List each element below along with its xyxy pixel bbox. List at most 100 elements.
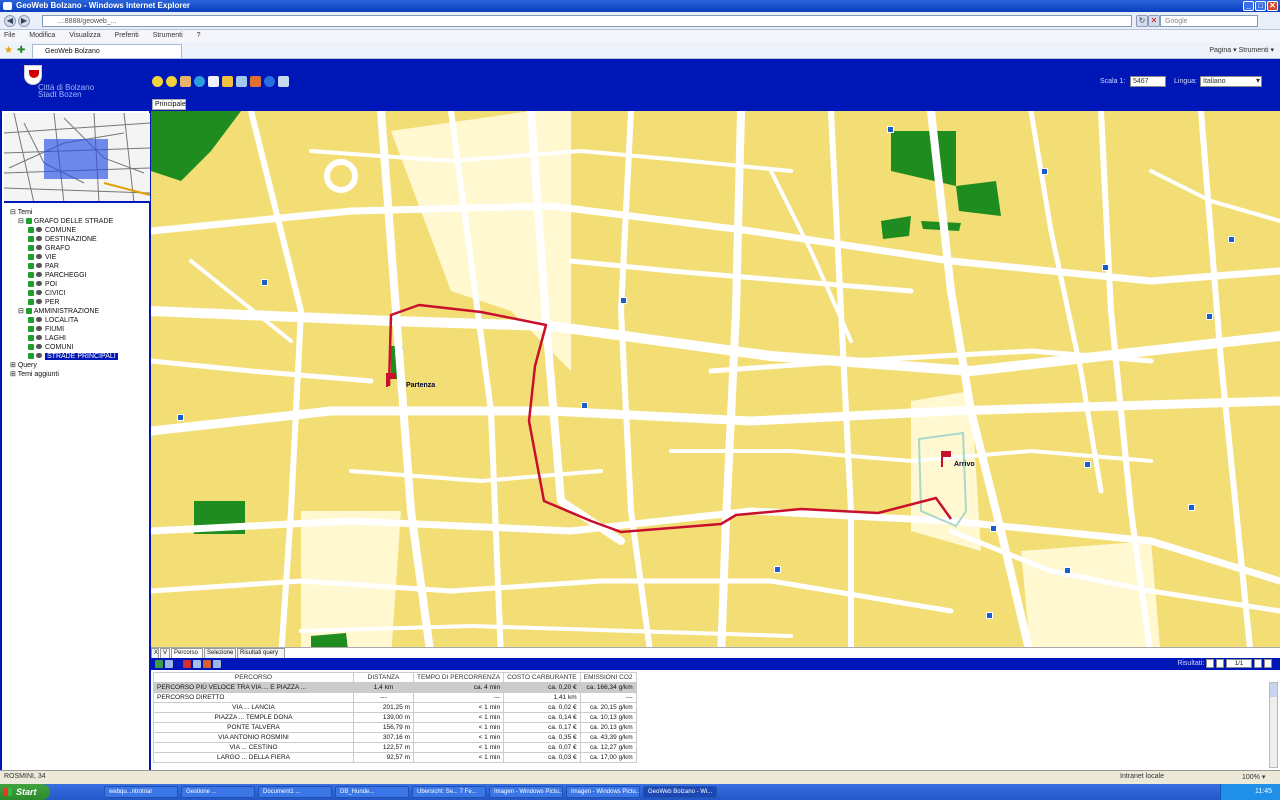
poi-icon[interactable] bbox=[1064, 567, 1071, 574]
poi-icon[interactable] bbox=[1206, 313, 1213, 320]
poi-icon[interactable] bbox=[1084, 461, 1091, 468]
poi-icon[interactable] bbox=[261, 279, 268, 286]
poi-icon[interactable] bbox=[1228, 236, 1235, 243]
overview-extent-box[interactable] bbox=[44, 139, 108, 179]
full-extent-globe-icon[interactable] bbox=[194, 76, 205, 87]
poi-icon[interactable] bbox=[986, 612, 993, 619]
forward-icon[interactable]: ▶ bbox=[18, 15, 30, 27]
zoom-level[interactable]: 100% ▾ bbox=[1242, 773, 1265, 781]
language-select[interactable]: Italiano bbox=[1200, 76, 1262, 87]
poi-icon[interactable] bbox=[620, 297, 627, 304]
layer-grafo[interactable]: GRAFO bbox=[28, 244, 70, 253]
table-row[interactable]: PERCORSO PIÙ VELOCE TRA VIA ... E PIAZZA… bbox=[153, 682, 637, 693]
pan-hand-icon[interactable] bbox=[180, 76, 191, 87]
layer-poi[interactable]: POI bbox=[28, 280, 57, 289]
poi-icon[interactable] bbox=[1188, 504, 1195, 511]
layer-civici[interactable]: CIVICI bbox=[28, 289, 66, 298]
menu-file[interactable]: File bbox=[4, 32, 15, 39]
back-icon[interactable]: ◀ bbox=[4, 15, 16, 27]
poi-icon[interactable] bbox=[887, 126, 894, 133]
menu-view[interactable]: Visualizza bbox=[69, 32, 100, 39]
map-canvas[interactable]: Partenza Arrivo bbox=[151, 111, 1280, 658]
zoom-out-icon[interactable] bbox=[166, 76, 177, 87]
taskbar-item[interactable]: Document1 ... bbox=[258, 786, 332, 798]
measure-ruler-icon[interactable] bbox=[222, 76, 233, 87]
scale-input[interactable]: 5467 bbox=[1130, 76, 1166, 87]
table-row[interactable]: VIA ... CESTINO 122,57 m < 1 min ca. 0,07 €… bbox=[153, 742, 637, 753]
layer-laghi[interactable]: LAGHI bbox=[28, 334, 66, 343]
poi-icon[interactable] bbox=[990, 525, 997, 532]
print-result-icon[interactable] bbox=[193, 660, 201, 668]
route-icon[interactable] bbox=[278, 76, 289, 87]
clear-icon[interactable] bbox=[203, 660, 211, 668]
page-input[interactable]: 1/1 bbox=[1226, 659, 1252, 668]
layer-par[interactable]: PAR bbox=[28, 262, 59, 271]
zoom-in-icon[interactable] bbox=[152, 76, 163, 87]
taskbar-item[interactable]: Gestione ... bbox=[181, 786, 255, 798]
table-row[interactable]: LARGO ... DELLA FIERA 92,57 m < 1 min ca. 0… bbox=[153, 752, 637, 763]
taskbar-item[interactable]: Imagen - Windows Pictu... bbox=[566, 786, 640, 798]
pdf-icon[interactable] bbox=[183, 660, 191, 668]
table-scrollbar[interactable] bbox=[1269, 682, 1278, 768]
print-icon[interactable] bbox=[250, 76, 261, 87]
help-icon[interactable] bbox=[264, 76, 275, 87]
prev-page-button[interactable] bbox=[1216, 659, 1224, 668]
layer-strade-principali[interactable]: STRADE PRINCIPALI bbox=[28, 352, 118, 361]
poi-icon[interactable] bbox=[1041, 168, 1048, 175]
layer-destinazione[interactable]: DESTINAZIONE bbox=[28, 235, 97, 244]
tree-root[interactable]: ⊟ Temi bbox=[10, 208, 32, 217]
poi-icon[interactable] bbox=[1102, 264, 1109, 271]
layer-parcheggi[interactable]: PARCHEGGI bbox=[28, 271, 87, 280]
taskbar-item[interactable]: DB_Hunde... bbox=[335, 786, 409, 798]
col-costo[interactable]: COSTO CARBURANTE bbox=[503, 672, 581, 683]
taskbar-item[interactable]: Imagen - Windows Pictu... bbox=[489, 786, 563, 798]
layer-comuni[interactable]: COMUNI bbox=[28, 343, 73, 352]
tree-group-amministrazione[interactable]: ⊟ AMMINISTRAZIONE bbox=[18, 307, 99, 316]
layer-localita[interactable]: LOCALITA bbox=[28, 316, 78, 325]
table-row[interactable]: PERCORSO DIRETTO --- --- 1,41 km --- bbox=[153, 692, 637, 703]
taskbar-item[interactable]: Ubersicht: Se... 7 Fe... bbox=[412, 786, 486, 798]
col-percorso[interactable]: PERCORSO bbox=[153, 672, 354, 683]
taskbar-item[interactable]: webqu...ntrotrial bbox=[104, 786, 178, 798]
tab-principale[interactable]: Principale bbox=[152, 99, 186, 110]
last-page-button[interactable] bbox=[1264, 659, 1272, 668]
menu-edit[interactable]: Modifica bbox=[29, 32, 55, 39]
col-tempo[interactable]: TEMPO DI PERCORRENZA bbox=[412, 672, 505, 683]
close-button[interactable]: ✕ bbox=[1267, 1, 1278, 11]
start-button[interactable]: Start bbox=[0, 784, 50, 800]
maximize-button[interactable]: □ bbox=[1255, 1, 1266, 11]
next-page-button[interactable] bbox=[1254, 659, 1262, 668]
poi-icon[interactable] bbox=[774, 566, 781, 573]
poi-icon[interactable] bbox=[581, 402, 588, 409]
layer-fiumi[interactable]: FIUMI bbox=[28, 325, 64, 334]
select-rect-icon[interactable] bbox=[208, 76, 219, 87]
first-page-button[interactable] bbox=[1206, 659, 1214, 668]
browser-tab[interactable]: GeoWeb Bolzano bbox=[32, 44, 182, 58]
address-bar[interactable]: ...:8888/geoweb_... bbox=[42, 15, 1132, 27]
layer-vie[interactable]: VIE bbox=[28, 253, 56, 262]
tree-group-grafo[interactable]: ⊟ GRAFO DELLE STRADE bbox=[18, 217, 113, 226]
minimize-button[interactable]: _ bbox=[1243, 1, 1254, 11]
list-icon[interactable] bbox=[213, 660, 221, 668]
col-co2[interactable]: EMISSIONI CO2 bbox=[579, 672, 637, 683]
add-favorite-icon[interactable]: ✚ bbox=[17, 45, 25, 56]
menu-tools[interactable]: Strumenti bbox=[153, 32, 183, 39]
tree-query[interactable]: ⊞ Query bbox=[10, 361, 37, 370]
search-input[interactable]: Google bbox=[1160, 15, 1258, 27]
table-row[interactable]: VIA ... LANCIA 201,25 m < 1 min ca. 0,02 € c… bbox=[153, 702, 637, 713]
stop-icon[interactable]: ✕ bbox=[1148, 15, 1160, 27]
menu-help[interactable]: ? bbox=[197, 32, 201, 39]
refresh-icon[interactable]: ↻ bbox=[1136, 15, 1148, 27]
export-icon[interactable] bbox=[155, 660, 163, 668]
zoom-result-icon[interactable] bbox=[165, 660, 173, 668]
table-row[interactable]: PIAZZA ... TEMPLE DONA 139,00 m < 1 min ca.… bbox=[153, 712, 637, 723]
table-row[interactable]: PONTE TALVERA 156,79 m < 1 min ca. 0,17 € ca… bbox=[153, 722, 637, 733]
command-bar[interactable]: Pagina ▾ Strumenti ▾ bbox=[1209, 46, 1274, 54]
identify-icon[interactable] bbox=[236, 76, 247, 87]
table-row[interactable]: VIA ANTONIO ROSMINI 307,16 m < 1 min ca. 0,… bbox=[153, 732, 637, 743]
menu-favorites[interactable]: Preferiti bbox=[115, 32, 139, 39]
tree-temi-aggiunti[interactable]: ⊞ Temi aggiunti bbox=[10, 370, 59, 379]
poi-icon[interactable] bbox=[177, 414, 184, 421]
layer-comune[interactable]: COMUNE bbox=[28, 226, 76, 235]
overview-map[interactable] bbox=[4, 113, 150, 203]
